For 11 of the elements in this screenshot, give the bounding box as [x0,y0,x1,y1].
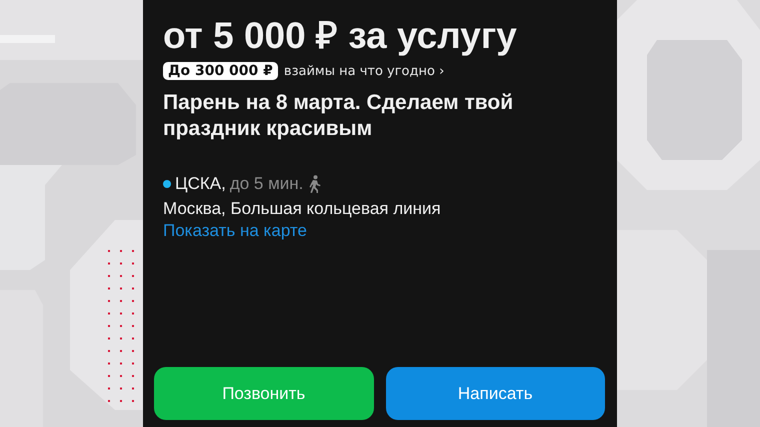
metro-station: ЦСКА, [175,174,226,194]
walk-distance: до 5 мин. [230,174,304,194]
price-heading: от 5 000 ₽ за услугу [163,14,517,58]
listing-title: Парень на 8 марта. Сделаем твой праздник красивым [163,90,514,142]
message-button[interactable]: Написать [386,367,605,420]
loan-offer-link[interactable]: взаймы на что угодно › [284,64,444,78]
show-on-map-link[interactable]: Показать на карте [163,220,307,242]
walking-person-icon [307,175,322,193]
address: Москва, Большая кольцевая линия [163,198,441,220]
metro-line-dot [163,180,171,188]
loan-amount-badge: До 300 000 ₽ [163,62,278,80]
